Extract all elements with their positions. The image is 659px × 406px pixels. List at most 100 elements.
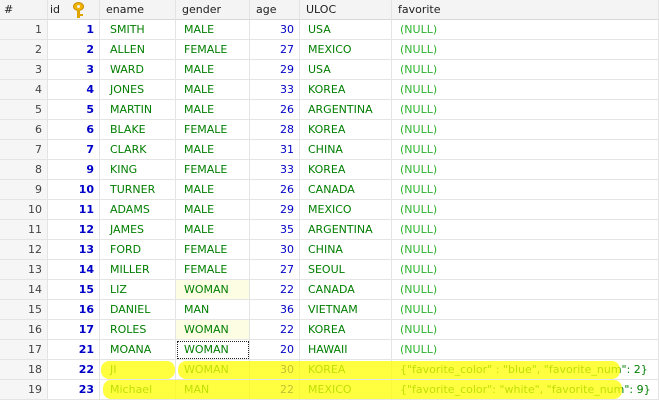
cell-gender[interactable]: FEMALE xyxy=(176,240,250,260)
cell-ename[interactable]: ALLEN xyxy=(100,40,176,60)
cell-ename[interactable]: CLARK xyxy=(100,140,176,160)
cell-gender[interactable]: MAN xyxy=(176,380,250,400)
cell-gender[interactable]: MALE xyxy=(176,220,250,240)
cell-age[interactable]: 26 xyxy=(250,180,300,200)
cell-gender[interactable]: WOMAN xyxy=(176,280,250,300)
table-row[interactable]: 7 7 CLARK MALE 31 CHINA (NULL) xyxy=(0,140,659,160)
row-number[interactable]: 16 xyxy=(0,320,48,340)
cell-uloc[interactable]: CANADA xyxy=(300,180,392,200)
cell-age[interactable]: 22 xyxy=(250,280,300,300)
header-age[interactable]: age xyxy=(250,0,300,20)
cell-uloc[interactable]: USA xyxy=(300,60,392,80)
table-row[interactable]: 8 9 KING FEMALE 33 KOREA (NULL) xyxy=(0,160,659,180)
cell-age[interactable]: 27 xyxy=(250,40,300,60)
cell-id[interactable]: 11 xyxy=(48,200,100,220)
table-row[interactable]: 5 5 MARTIN MALE 26 ARGENTINA (NULL) xyxy=(0,100,659,120)
cell-id[interactable]: 3 xyxy=(48,60,100,80)
cell-favorite[interactable]: (NULL) xyxy=(392,200,659,220)
cell-favorite[interactable]: (NULL) xyxy=(392,260,659,280)
cell-uloc[interactable]: CHINA xyxy=(300,140,392,160)
cell-gender[interactable]: FEMALE xyxy=(176,40,250,60)
cell-age[interactable]: 31 xyxy=(250,140,300,160)
row-number[interactable]: 17 xyxy=(0,340,48,360)
cell-id[interactable]: 14 xyxy=(48,260,100,280)
cell-id[interactable]: 10 xyxy=(48,180,100,200)
cell-favorite[interactable]: (NULL) xyxy=(392,220,659,240)
cell-gender[interactable]: MAN xyxy=(176,300,250,320)
cell-favorite[interactable]: (NULL) xyxy=(392,120,659,140)
cell-gender[interactable]: WOMAN xyxy=(176,360,250,380)
row-number[interactable]: 4 xyxy=(0,80,48,100)
table-row[interactable]: 13 14 MILLER FEMALE 27 SEOUL (NULL) xyxy=(0,260,659,280)
header-rownum[interactable]: # xyxy=(0,0,48,20)
cell-age[interactable]: 35 xyxy=(250,220,300,240)
cell-gender[interactable]: MALE xyxy=(176,140,250,160)
row-number[interactable]: 13 xyxy=(0,260,48,280)
cell-ename[interactable]: MILLER xyxy=(100,260,176,280)
cell-id[interactable]: 21 xyxy=(48,340,100,360)
cell-age[interactable]: 36 xyxy=(250,300,300,320)
table-row[interactable]: 14 15 LIZ WOMAN 22 CANADA (NULL) xyxy=(0,280,659,300)
row-number[interactable]: 6 xyxy=(0,120,48,140)
cell-favorite[interactable]: (NULL) xyxy=(392,40,659,60)
row-number[interactable]: 1 xyxy=(0,20,48,40)
cell-favorite[interactable]: (NULL) xyxy=(392,240,659,260)
cell-favorite[interactable]: {"favorite_color" : "blue", "favorite_nu… xyxy=(392,360,659,380)
cell-id[interactable]: 13 xyxy=(48,240,100,260)
row-number[interactable]: 9 xyxy=(0,180,48,200)
cell-ename[interactable]: TURNER xyxy=(100,180,176,200)
cell-id[interactable]: 5 xyxy=(48,100,100,120)
cell-favorite[interactable]: (NULL) xyxy=(392,300,659,320)
cell-id[interactable]: 2 xyxy=(48,40,100,60)
cell-age[interactable]: 26 xyxy=(250,100,300,120)
cell-age[interactable]: 33 xyxy=(250,80,300,100)
cell-ename[interactable]: MOANA xyxy=(100,340,176,360)
cell-age[interactable]: 30 xyxy=(250,20,300,40)
cell-ename[interactable]: DANIEL xyxy=(100,300,176,320)
cell-ename[interactable]: SMITH xyxy=(100,20,176,40)
table-row[interactable]: 15 16 DANIEL MAN 36 VIETNAM (NULL) xyxy=(0,300,659,320)
cell-favorite[interactable]: (NULL) xyxy=(392,60,659,80)
table-row[interactable]: 17 21 MOANA WOMAN 20 HAWAII (NULL) xyxy=(0,340,659,360)
cell-uloc[interactable]: KOREA xyxy=(300,120,392,140)
table-row[interactable]: 4 4 JONES MALE 33 KOREA (NULL) xyxy=(0,80,659,100)
cell-gender[interactable]: MALE xyxy=(176,60,250,80)
cell-age[interactable]: 29 xyxy=(250,60,300,80)
table-row[interactable]: 1 1 SMITH MALE 30 USA (NULL) xyxy=(0,20,659,40)
cell-ename[interactable]: Michael xyxy=(100,380,176,400)
cell-uloc[interactable]: ARGENTINA xyxy=(300,100,392,120)
table-row[interactable]: 16 17 ROLES WOMAN 22 KOREA (NULL) xyxy=(0,320,659,340)
cell-gender[interactable]: MALE xyxy=(176,100,250,120)
cell-age[interactable]: 22 xyxy=(250,320,300,340)
cell-uloc[interactable]: KOREA xyxy=(300,320,392,340)
cell-uloc[interactable]: KOREA xyxy=(300,80,392,100)
cell-ename[interactable]: WARD xyxy=(100,60,176,80)
cell-ename[interactable]: LIZ xyxy=(100,280,176,300)
row-number[interactable]: 10 xyxy=(0,200,48,220)
cell-uloc[interactable]: CANADA xyxy=(300,280,392,300)
cell-favorite[interactable]: (NULL) xyxy=(392,20,659,40)
cell-id[interactable]: 9 xyxy=(48,160,100,180)
cell-favorite[interactable]: (NULL) xyxy=(392,140,659,160)
cell-favorite[interactable]: (NULL) xyxy=(392,80,659,100)
cell-ename[interactable]: JAMES xyxy=(100,220,176,240)
row-number[interactable]: 14 xyxy=(0,280,48,300)
cell-uloc[interactable]: KOREA xyxy=(300,160,392,180)
cell-uloc[interactable]: HAWAII xyxy=(300,340,392,360)
table-row[interactable]: 12 13 FORD FEMALE 30 CHINA (NULL) xyxy=(0,240,659,260)
header-uloc[interactable]: ULOC xyxy=(300,0,392,20)
cell-gender[interactable]: FEMALE xyxy=(176,160,250,180)
cell-gender[interactable]: FEMALE xyxy=(176,120,250,140)
cell-age[interactable]: 30 xyxy=(250,360,300,380)
cell-uloc[interactable]: USA xyxy=(300,20,392,40)
cell-id[interactable]: 23 xyxy=(48,380,100,400)
cell-id[interactable]: 17 xyxy=(48,320,100,340)
row-number[interactable]: 12 xyxy=(0,240,48,260)
cell-uloc[interactable]: MEXICO xyxy=(300,200,392,220)
cell-gender[interactable]: MALE xyxy=(176,200,250,220)
cell-favorite[interactable]: (NULL) xyxy=(392,280,659,300)
cell-favorite[interactable]: {"favorite_color": "white", "favorite_nu… xyxy=(392,380,659,400)
cell-uloc[interactable]: MEXICO xyxy=(300,380,392,400)
row-number[interactable]: 3 xyxy=(0,60,48,80)
cell-age[interactable]: 20 xyxy=(250,340,300,360)
